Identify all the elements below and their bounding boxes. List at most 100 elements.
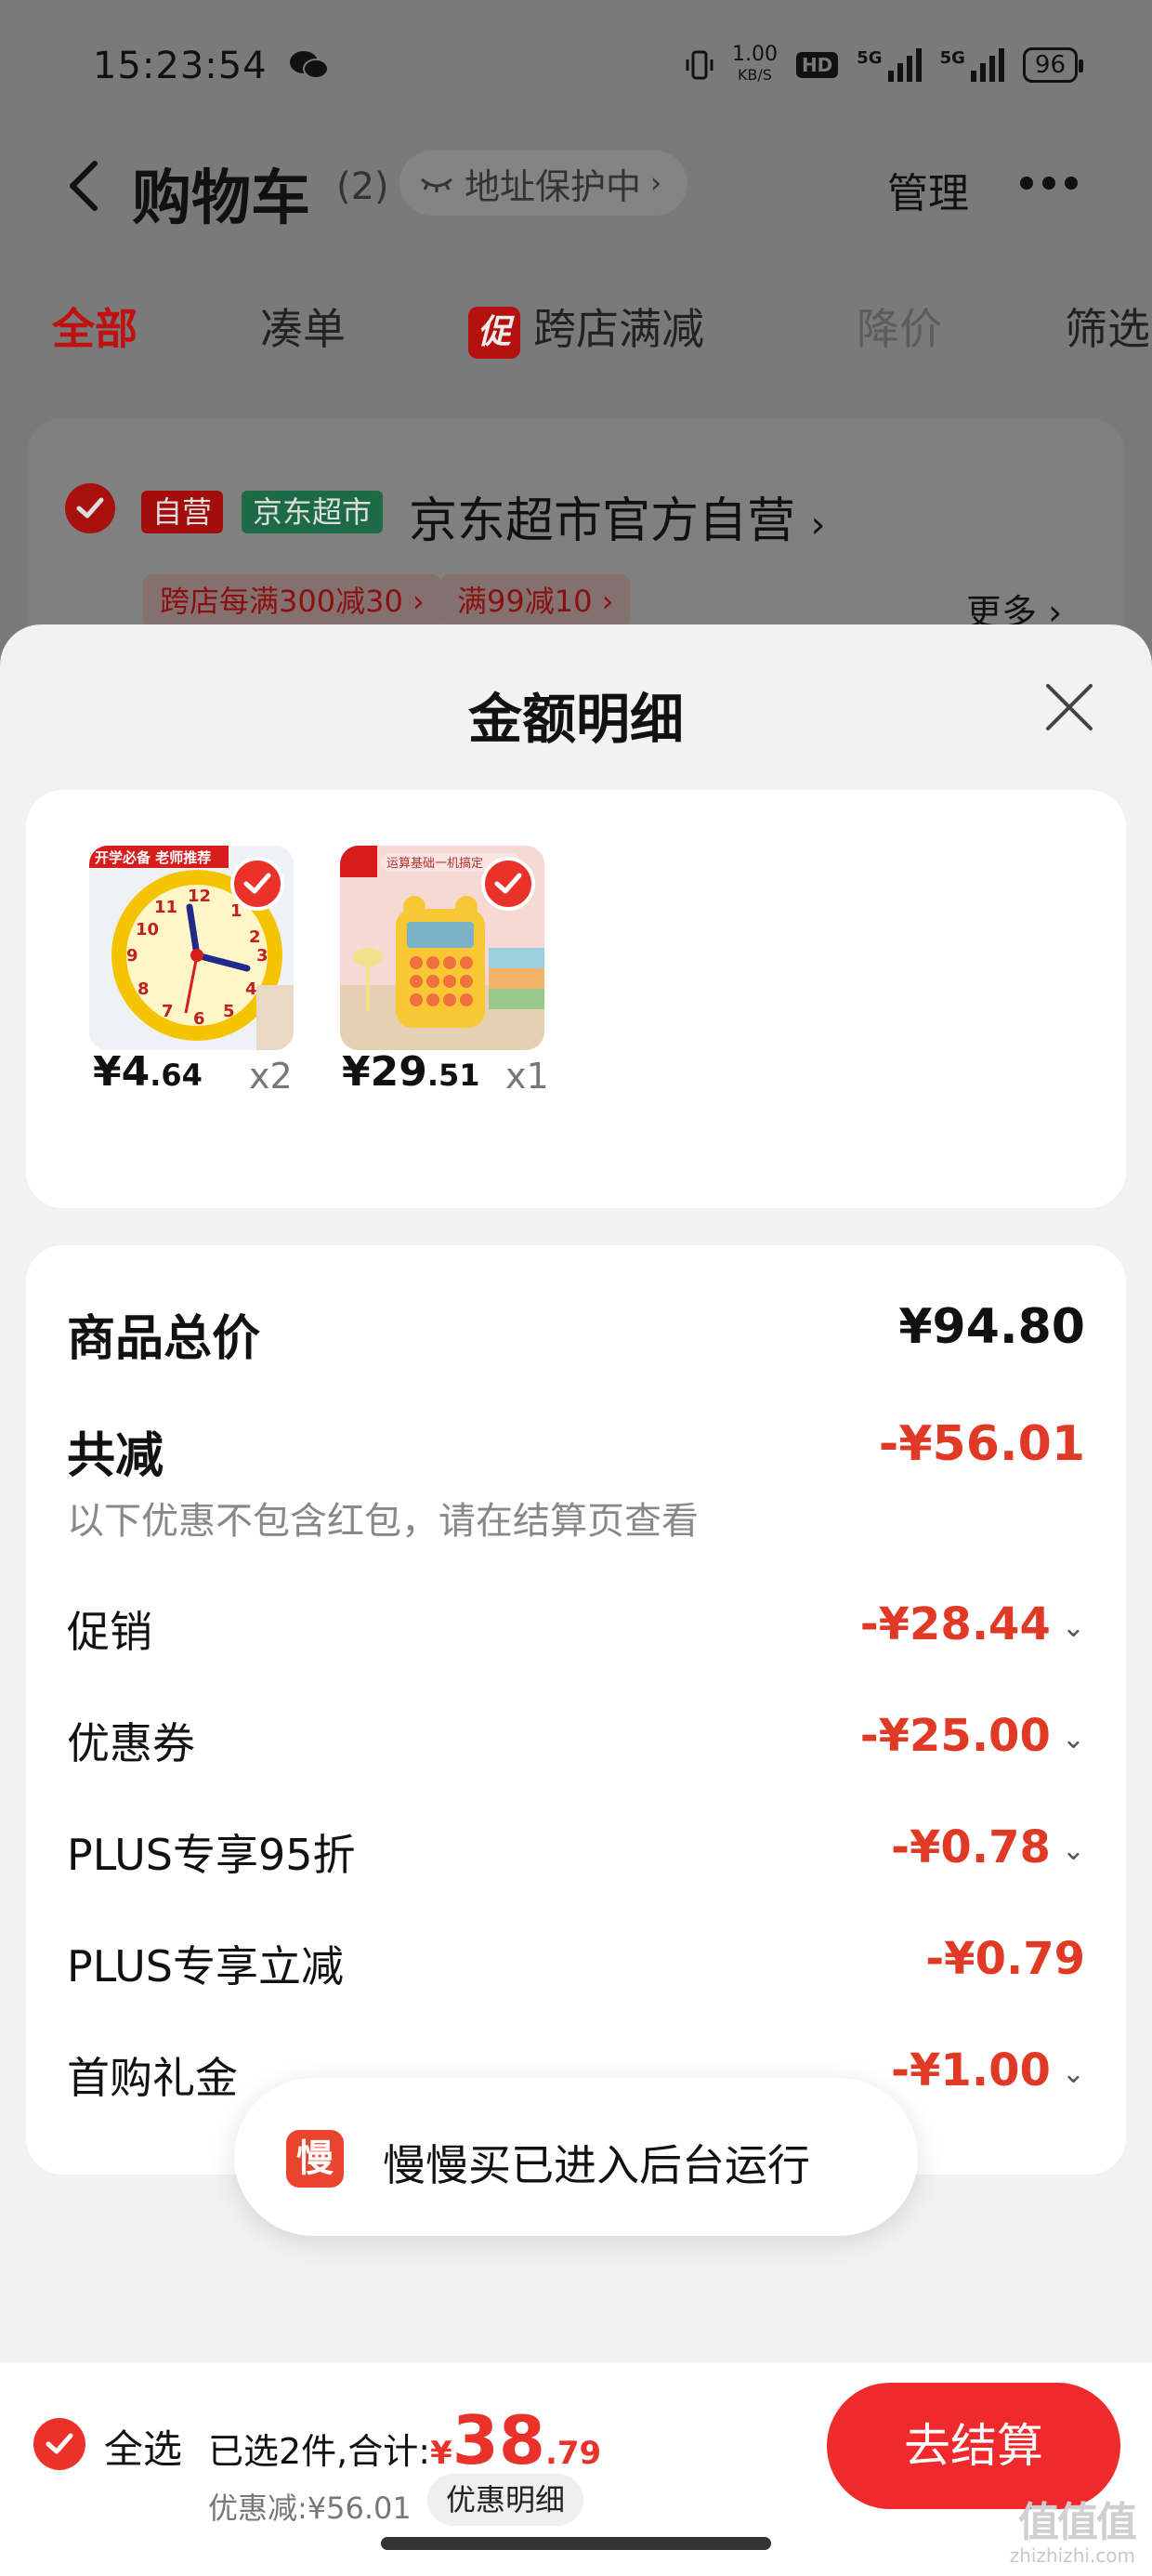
select-all-label[interactable]: 全选: [104, 2418, 182, 2475]
shop-name-label: 京东超市官方自营: [409, 493, 796, 549]
total-dec: .79: [544, 2435, 602, 2472]
promotion-amount: -¥28.44: [859, 1598, 1051, 1650]
chevron-right-icon: ›: [810, 504, 826, 546]
svg-text:10: 10: [136, 920, 159, 940]
total-reduction-label: 共减: [67, 1428, 164, 1484]
total-reduction-value: -¥56.01: [878, 1416, 1085, 1472]
goods-item[interactable]: 开学必备 老师推荐 12 1 2 345 678 9 10 11: [89, 846, 294, 1050]
address-protect-label: 地址保护中: [465, 165, 642, 207]
hd-voice-badge: HD: [795, 52, 839, 78]
price-dec: .64: [150, 1058, 203, 1093]
thumb-tag-calculator: 运算基础一机搞定: [386, 856, 483, 871]
svg-text:3: 3: [256, 946, 268, 966]
shop-name[interactable]: 京东超市官方自营 ›: [409, 481, 826, 551]
price-int: ¥29: [342, 1048, 427, 1096]
goods-total-value: ¥94.80: [898, 1299, 1085, 1355]
reduction-note: 以下优惠不包含红包，请在结算页查看: [67, 1500, 699, 1543]
svg-text:7: 7: [162, 1002, 174, 1021]
signal-label-1: 5G: [857, 48, 883, 68]
tab-cross-store-discount[interactable]: 促跨店满减: [468, 296, 704, 359]
checkout-button[interactable]: 去结算: [827, 2383, 1120, 2509]
tab-add-on[interactable]: 凑单: [260, 296, 346, 357]
home-indicator[interactable]: [381, 2537, 771, 2550]
nav-bar: 购物车 (2) 地址保护中 › 管理: [0, 139, 1152, 233]
promo-chip-label: 满99减10: [457, 584, 593, 619]
tab-all[interactable]: 全部: [52, 296, 137, 357]
thumb-tag-clock: 开学必备 老师推荐: [95, 849, 211, 866]
promo-badge-icon: 促: [468, 306, 520, 359]
signal-icon-2: 5G: [940, 48, 1004, 82]
site-watermark: 值值值 zhizhizhi.com: [996, 2499, 1137, 2568]
product-thumbnail-clock: 开学必备 老师推荐 12 1 2 345 678 9 10 11: [89, 846, 294, 1050]
promo-chip[interactable]: 满99减10 ›: [440, 574, 631, 628]
goods-price: ¥29.51: [342, 1048, 480, 1096]
more-options-icon[interactable]: [1020, 177, 1078, 190]
promo-chip[interactable]: 跨店每满300减30 ›: [143, 574, 441, 628]
coupon-value: -¥25.00 ⌄: [860, 1710, 1085, 1762]
manmanmai-app-icon: 慢: [286, 2130, 344, 2188]
status-indicators: 1.00 KB/S HD 5G 5G 96: [686, 45, 1084, 85]
coupon-amount: -¥25.00: [859, 1710, 1051, 1762]
battery-indicator: 96: [1022, 47, 1084, 83]
selected-goods-card: 开学必备 老师推荐 12 1 2 345 678 9 10 11 ¥4.64 x…: [26, 790, 1126, 1208]
toast-message: 慢慢买已进入后台运行: [383, 2140, 810, 2190]
self-operated-tag: 自营: [141, 491, 224, 533]
first-purchase-value: -¥1.00 ⌄: [891, 2044, 1085, 2096]
svg-text:5: 5: [223, 1002, 235, 1021]
selected-check-icon[interactable]: [230, 857, 284, 911]
watermark-logo: 值值值: [1018, 2499, 1137, 2546]
discount-detail-button[interactable]: 优惠明细: [427, 2474, 584, 2526]
chevron-right-icon: ›: [650, 166, 662, 200]
summary-prefix: 已选2件,合计:: [208, 2431, 431, 2472]
discount-summary: 优惠减:¥56.01: [208, 2491, 412, 2526]
svg-text:11: 11: [154, 898, 177, 917]
total-int: 38: [452, 2401, 545, 2479]
signal-icon-1: 5G: [857, 48, 922, 82]
price-int: ¥4: [93, 1048, 151, 1096]
price-dec: .51: [426, 1058, 480, 1093]
promotion-label: 促销: [67, 1607, 152, 1657]
tab-price-drop[interactable]: 降价: [857, 296, 942, 357]
first-purchase-amount: -¥1.00: [891, 2044, 1051, 2096]
chevron-down-icon[interactable]: ⌄: [1062, 1834, 1085, 1867]
wechat-icon: [290, 51, 329, 79]
tab-filter[interactable]: 筛选: [1065, 296, 1150, 357]
total-currency: ¥: [430, 2435, 452, 2472]
goods-price: ¥4.64: [93, 1048, 203, 1096]
svg-text:4: 4: [245, 979, 257, 999]
vibrate-icon: [686, 50, 713, 80]
promo-chip-label: 跨店每满300减30: [160, 584, 403, 619]
plus-instant-label: PLUS专享立减: [67, 1941, 344, 1991]
select-all-check-icon[interactable]: [33, 2418, 85, 2470]
svg-text:12: 12: [188, 887, 211, 906]
goods-item[interactable]: 运算基础一机搞定: [340, 846, 544, 1050]
page-title: 购物车: [132, 164, 310, 233]
amount-breakdown-card: 商品总价 ¥94.80 共减 -¥56.01 以下优惠不包含红包，请在结算页查看…: [26, 1245, 1126, 2175]
background-run-toast: 慢 慢慢买已进入后台运行: [234, 2078, 918, 2236]
chevron-down-icon[interactable]: ⌄: [1062, 2057, 1085, 2090]
first-purchase-label: 首购礼金: [67, 2053, 238, 2103]
back-arrow-icon[interactable]: [65, 158, 102, 214]
close-icon[interactable]: [1042, 680, 1096, 734]
promotion-value: -¥28.44 ⌄: [860, 1598, 1085, 1650]
network-speed-unit: KB/S: [737, 66, 772, 84]
plus-instant-value: -¥0.79: [925, 1933, 1085, 1985]
eye-closed-icon: [421, 177, 452, 192]
address-protect-button[interactable]: 地址保护中 ›: [399, 151, 688, 216]
selected-check-icon[interactable]: [481, 857, 535, 911]
chevron-down-icon[interactable]: ⌄: [1062, 1611, 1085, 1644]
goods-quantity: x1: [505, 1056, 549, 1097]
plus-discount-label: PLUS专享95折: [67, 1830, 356, 1880]
manage-button[interactable]: 管理: [887, 160, 969, 219]
plus-discount-value: -¥0.78 ⌄: [891, 1821, 1085, 1873]
supermarket-tag: 京东超市: [242, 491, 384, 533]
goods-total-label: 商品总价: [67, 1311, 261, 1367]
watermark-url: zhizhizhi.com: [1009, 2544, 1135, 2567]
cart-count: (2): [336, 165, 389, 208]
network-speed: 1.00 KB/S: [732, 45, 778, 85]
chevron-down-icon[interactable]: ⌄: [1062, 1723, 1085, 1755]
cart-page-background: 15:23:54 1.00 KB/S HD 5G 5G 96 购物车 (2) 地…: [0, 0, 1152, 697]
shop-check-icon[interactable]: [65, 483, 115, 533]
svg-text:9: 9: [126, 946, 138, 966]
selection-summary: 已选2件,合计:¥38.79: [208, 2401, 601, 2479]
